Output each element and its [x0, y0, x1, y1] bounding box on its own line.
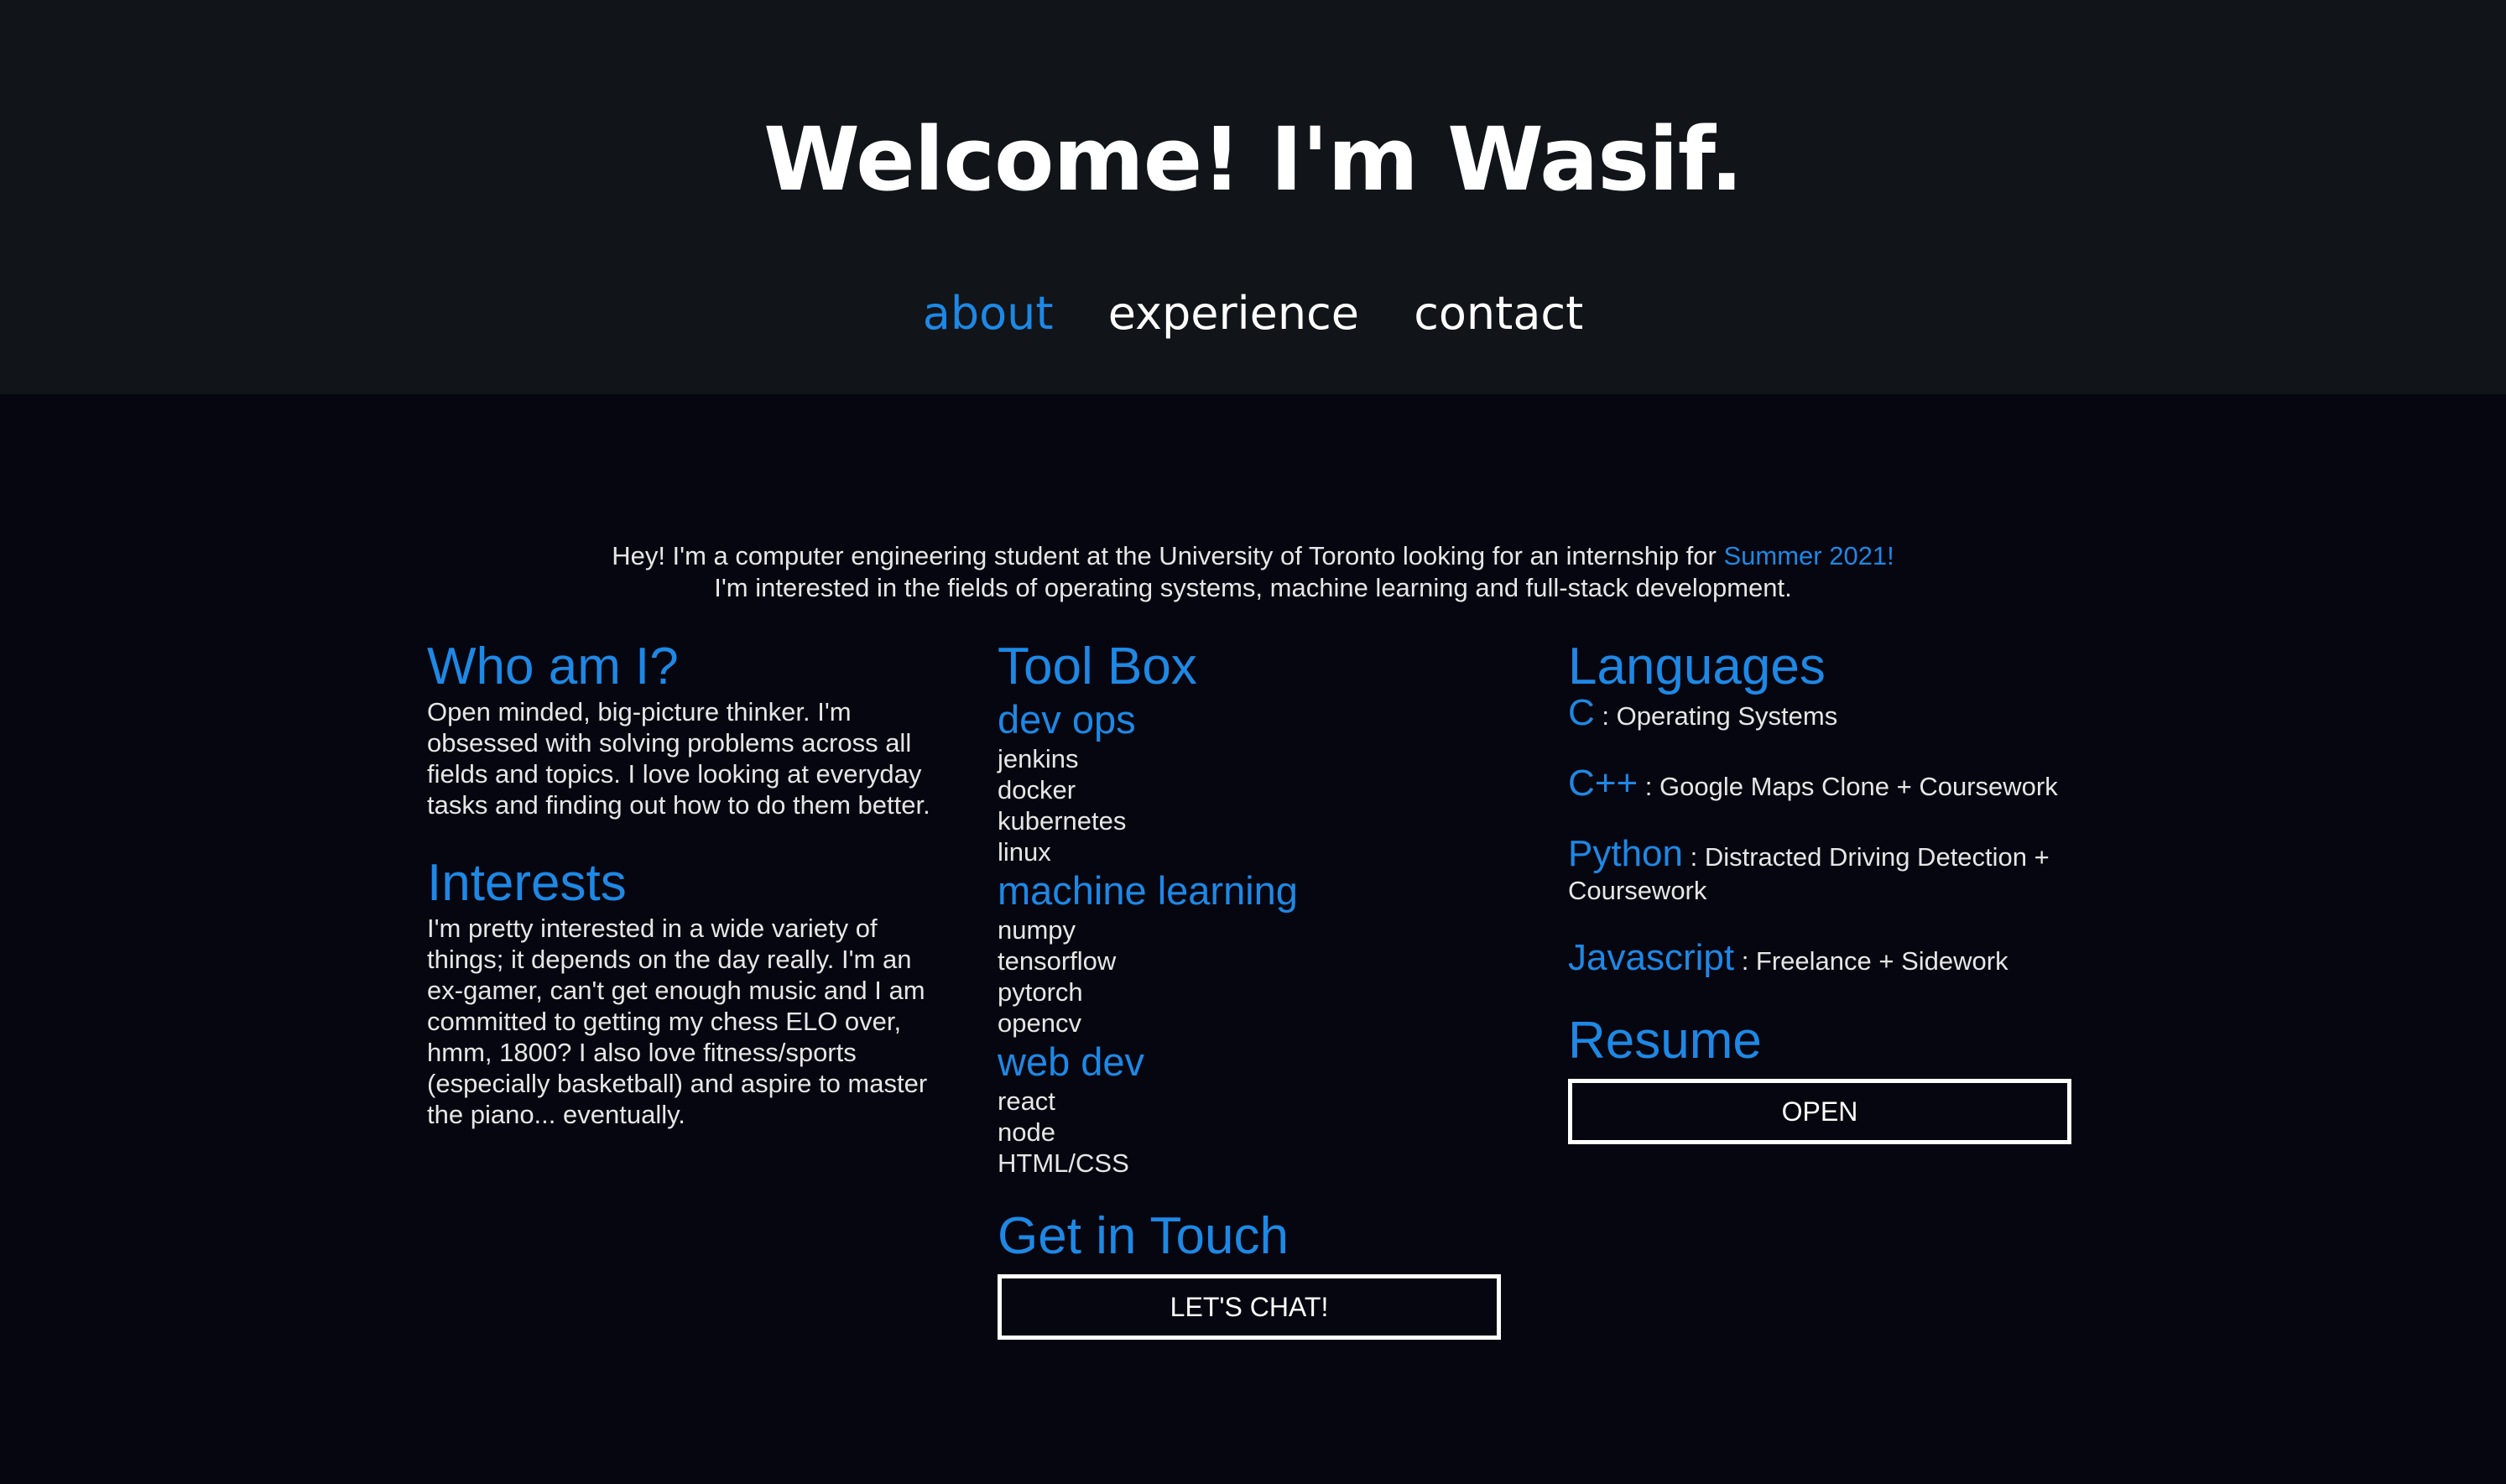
intro-line-1-text: Hey! I'm a computer engineering student … [612, 541, 1724, 570]
language-item-c: C : Operating Systems [1568, 695, 2071, 733]
language-desc: : Google Maps Clone + Coursework [1638, 772, 2058, 801]
contact-heading: Get in Touch [998, 1207, 1289, 1265]
toolbox-group-webdev: web dev [998, 1039, 1145, 1084]
nav-contact[interactable]: contact [1414, 284, 1583, 344]
languages-column: Languages C : Operating Systems C++ : Go… [1568, 638, 2071, 1144]
toolbox-group-ml: machine learning [998, 868, 1298, 913]
list-item: numpy [998, 915, 1076, 945]
interests-text: I'm pretty interested in a wide variety … [427, 914, 928, 1129]
toolbox-heading: Tool Box [998, 638, 1197, 695]
intro-line-1: Hey! I'm a computer engineering student … [0, 540, 2506, 572]
list-item: HTML/CSS [998, 1148, 1129, 1178]
toolbox-list-ml: numpy tensorflow pytorch opencv [998, 914, 1501, 1039]
toolbox-group-devops: dev ops [998, 697, 1136, 742]
list-item: node [998, 1117, 1055, 1147]
language-name: C++ [1568, 763, 1639, 804]
list-item: opencv [998, 1008, 1081, 1038]
who-text: Open minded, big-picture thinker. I'm ob… [427, 697, 930, 820]
language-name: Javascript [1568, 937, 1735, 978]
about-column: Who am I? Open minded, big-picture think… [427, 638, 930, 1130]
intro-line-2: I'm interested in the fields of operatin… [714, 573, 1792, 602]
list-item: pytorch [998, 977, 1083, 1007]
list-item: jenkins [998, 744, 1079, 773]
toolbox-list-devops: jenkins docker kubernetes linux [998, 743, 1501, 867]
interests-heading: Interests [427, 854, 627, 912]
resume-open-button[interactable]: OPEN [1568, 1079, 2071, 1144]
nav-experience[interactable]: experience [1108, 284, 1359, 344]
language-item-python: Python : Distracted Driving Detection + … [1568, 836, 2071, 908]
main-nav: about experience contact [0, 284, 2506, 344]
list-item: docker [998, 775, 1076, 804]
toolbox-column: Tool Box dev ops jenkins docker kubernet… [998, 638, 1501, 1340]
language-desc: : Operating Systems [1594, 701, 1838, 731]
list-item: kubernetes [998, 806, 1127, 836]
languages-heading: Languages [1568, 638, 1826, 695]
intro-text: Hey! I'm a computer engineering student … [0, 540, 2506, 604]
who-heading: Who am I? [427, 638, 679, 695]
language-desc: : Freelance + Sidework [1734, 946, 2008, 976]
list-item: linux [998, 837, 1051, 867]
language-name: Python [1568, 833, 1683, 874]
toolbox-list-webdev: react node HTML/CSS [998, 1086, 1501, 1179]
resume-heading: Resume [1568, 1012, 1762, 1070]
site-header: Welcome! I'm Wasif. about experience con… [0, 0, 2506, 394]
intro-highlight: Summer 2021! [1723, 541, 1894, 570]
language-item-javascript: Javascript : Freelance + Sidework [1568, 940, 2071, 978]
language-name: C [1568, 692, 1595, 733]
language-item-cpp: C++ : Google Maps Clone + Coursework [1568, 765, 2071, 804]
list-item: tensorflow [998, 946, 1117, 976]
site-title: Welcome! I'm Wasif. [763, 108, 1743, 211]
lets-chat-button[interactable]: LET'S CHAT! [998, 1274, 1501, 1340]
list-item: react [998, 1086, 1055, 1116]
nav-about[interactable]: about [923, 284, 1054, 344]
